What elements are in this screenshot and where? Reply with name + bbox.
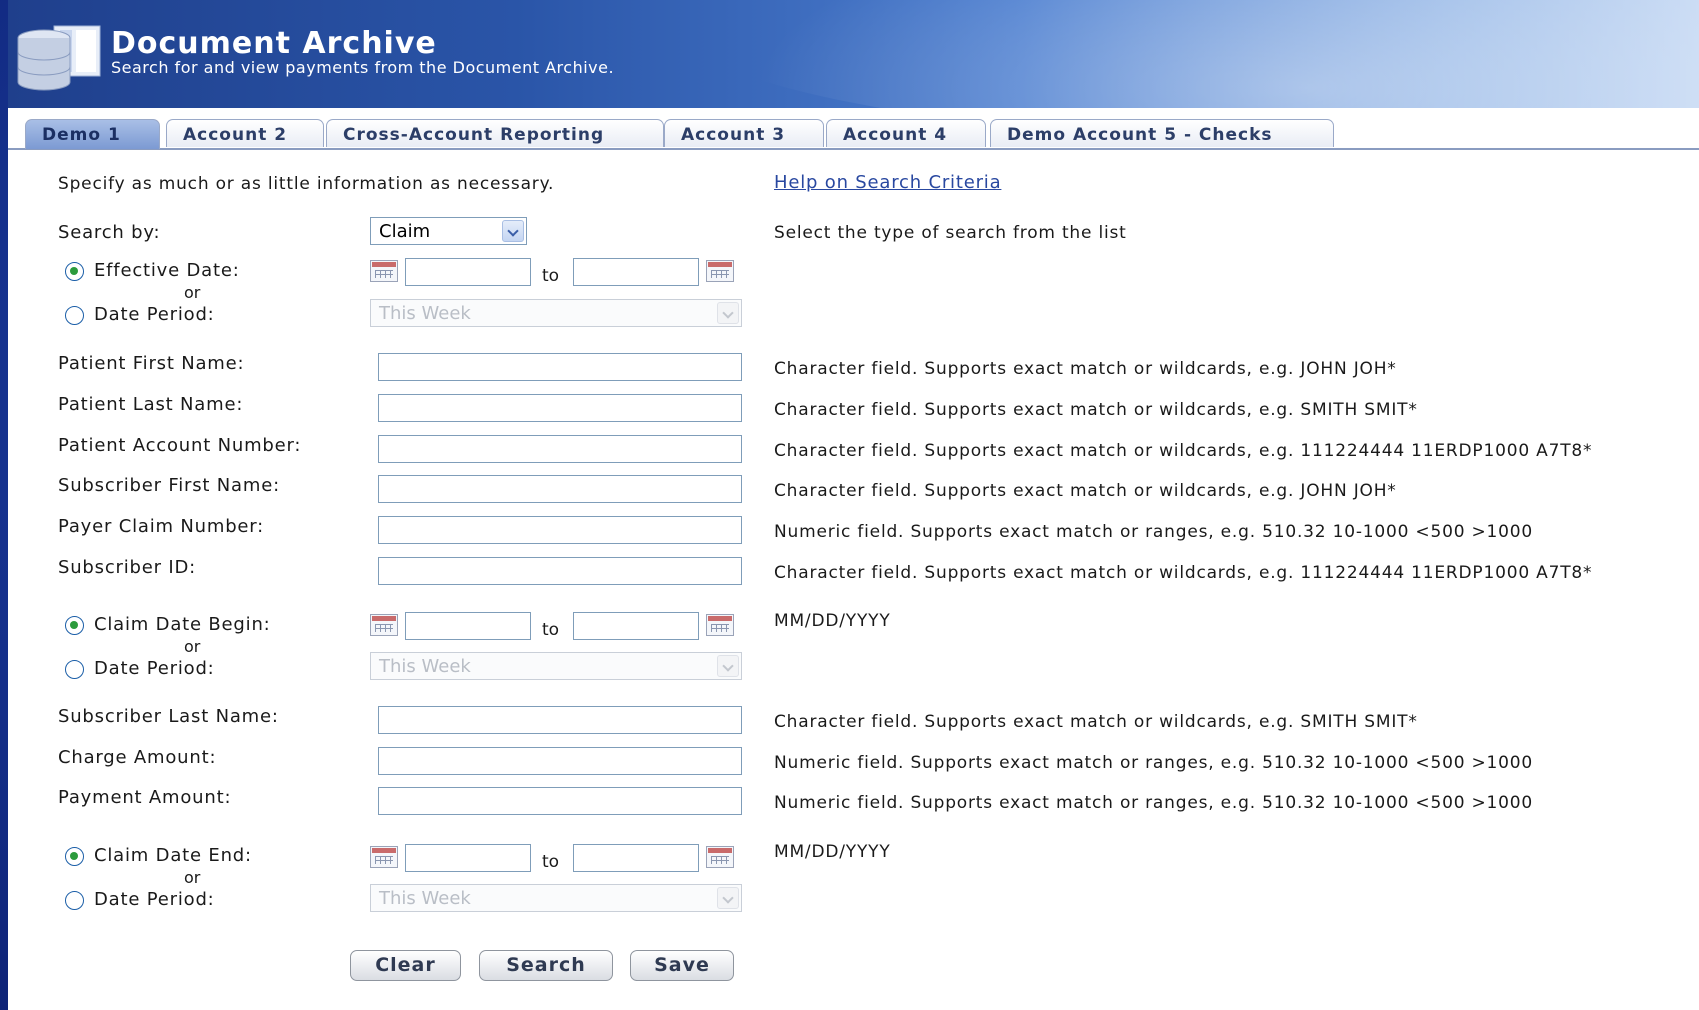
payer-claim-number-label: Payer Claim Number: bbox=[58, 516, 265, 537]
date-period-label-2: Date Period: bbox=[94, 658, 215, 679]
payment-amount-hint: Numeric field. Supports exact match or r… bbox=[774, 793, 1534, 813]
calendar-icon[interactable] bbox=[370, 846, 398, 868]
chevron-down-icon bbox=[502, 220, 524, 242]
calendar-icon[interactable] bbox=[370, 260, 398, 282]
app-title: Document Archive bbox=[111, 26, 437, 61]
patient-last-name-input[interactable] bbox=[378, 394, 742, 422]
date-period-value-1: This Week bbox=[379, 303, 471, 324]
calendar-icon[interactable] bbox=[370, 614, 398, 636]
claim-date-begin-radio[interactable] bbox=[65, 616, 84, 635]
claim-date-end-hint: MM/DD/YYYY bbox=[774, 842, 891, 862]
help-search-criteria-link[interactable]: Help on Search Criteria bbox=[774, 172, 1001, 193]
payer-claim-number-hint: Numeric field. Supports exact match or r… bbox=[774, 522, 1534, 542]
tab-strip: Demo 1 Account 2 Cross-Account Reporting… bbox=[8, 108, 1699, 150]
claim-date-begin-from-input[interactable] bbox=[405, 612, 531, 640]
patient-first-name-label: Patient First Name: bbox=[58, 353, 245, 374]
date-period-radio-1[interactable] bbox=[65, 306, 84, 325]
payment-amount-label: Payment Amount: bbox=[58, 787, 232, 808]
search-by-value: Claim bbox=[379, 221, 431, 242]
date-period-value-2: This Week bbox=[379, 656, 471, 677]
subscriber-id-input[interactable] bbox=[378, 557, 742, 585]
calendar-icon[interactable] bbox=[706, 846, 734, 868]
subscriber-first-name-label: Subscriber First Name: bbox=[58, 475, 280, 496]
charge-amount-hint: Numeric field. Supports exact match or r… bbox=[774, 753, 1534, 773]
claim-date-end-to-input[interactable] bbox=[573, 844, 699, 872]
subscriber-last-name-input[interactable] bbox=[378, 706, 742, 734]
claim-date-end-label: Claim Date End: bbox=[94, 845, 252, 866]
save-button[interactable]: Save bbox=[630, 950, 734, 981]
claim-date-begin-to-input[interactable] bbox=[573, 612, 699, 640]
payer-claim-number-input[interactable] bbox=[378, 516, 742, 544]
app-subtitle: Search for and view payments from the Do… bbox=[111, 58, 615, 77]
to-text: to bbox=[542, 852, 560, 872]
patient-account-number-label: Patient Account Number: bbox=[58, 435, 302, 456]
intro-text: Specify as much or as little information… bbox=[58, 174, 555, 194]
subscriber-first-name-input[interactable] bbox=[378, 475, 742, 503]
charge-amount-label: Charge Amount: bbox=[58, 747, 217, 768]
or-text: or bbox=[184, 283, 201, 302]
tab-account-4[interactable]: Account 4 bbox=[826, 119, 986, 147]
tab-account-2[interactable]: Account 2 bbox=[166, 119, 324, 147]
tab-demo-1[interactable]: Demo 1 bbox=[25, 119, 160, 149]
effective-date-radio[interactable] bbox=[65, 262, 84, 281]
subscriber-id-hint: Character field. Supports exact match or… bbox=[774, 563, 1593, 583]
effective-date-label: Effective Date: bbox=[94, 260, 240, 281]
clear-button[interactable]: Clear bbox=[350, 950, 461, 981]
subscriber-id-label: Subscriber ID: bbox=[58, 557, 196, 578]
chevron-down-icon bbox=[717, 302, 739, 324]
claim-date-end-from-input[interactable] bbox=[405, 844, 531, 872]
date-period-radio-3[interactable] bbox=[65, 891, 84, 910]
patient-account-number-hint: Character field. Supports exact match or… bbox=[774, 441, 1593, 461]
patient-last-name-label: Patient Last Name: bbox=[58, 394, 244, 415]
date-period-select-2[interactable]: This Week bbox=[370, 652, 742, 680]
date-period-radio-2[interactable] bbox=[65, 660, 84, 679]
tab-account-3[interactable]: Account 3 bbox=[664, 119, 824, 147]
app-header: Document Archive Search for and view pay… bbox=[8, 0, 1699, 108]
chevron-down-icon bbox=[717, 655, 739, 677]
patient-first-name-hint: Character field. Supports exact match or… bbox=[774, 359, 1397, 379]
to-text: to bbox=[542, 266, 560, 286]
date-period-select-3[interactable]: This Week bbox=[370, 884, 742, 912]
claim-date-begin-label: Claim Date Begin: bbox=[94, 614, 271, 635]
database-icon bbox=[17, 25, 101, 91]
or-text: or bbox=[184, 637, 201, 656]
date-period-value-3: This Week bbox=[379, 888, 471, 909]
header-swoosh bbox=[658, 0, 1699, 108]
search-button[interactable]: Search bbox=[479, 950, 613, 981]
search-by-select[interactable]: Claim bbox=[370, 217, 527, 245]
patient-account-number-input[interactable] bbox=[378, 435, 742, 463]
subscriber-last-name-label: Subscriber Last Name: bbox=[58, 706, 279, 727]
payment-amount-input[interactable] bbox=[378, 787, 742, 815]
or-text: or bbox=[184, 868, 201, 887]
search-by-label: Search by: bbox=[58, 222, 161, 243]
subscriber-first-name-hint: Character field. Supports exact match or… bbox=[774, 481, 1397, 501]
date-period-label-1: Date Period: bbox=[94, 304, 215, 325]
subscriber-last-name-hint: Character field. Supports exact match or… bbox=[774, 712, 1418, 732]
calendar-icon[interactable] bbox=[706, 614, 734, 636]
claim-date-end-radio[interactable] bbox=[65, 847, 84, 866]
charge-amount-input[interactable] bbox=[378, 747, 742, 775]
to-text: to bbox=[542, 620, 560, 640]
patient-first-name-input[interactable] bbox=[378, 353, 742, 381]
effective-date-to-input[interactable] bbox=[573, 258, 699, 286]
tab-demo-account-5-checks[interactable]: Demo Account 5 - Checks bbox=[990, 119, 1334, 147]
patient-last-name-hint: Character field. Supports exact match or… bbox=[774, 400, 1418, 420]
calendar-icon[interactable] bbox=[706, 260, 734, 282]
date-period-label-3: Date Period: bbox=[94, 889, 215, 910]
tab-cross-account-reporting[interactable]: Cross-Account Reporting bbox=[326, 119, 664, 147]
app-window: Document Archive Search for and view pay… bbox=[8, 0, 1699, 1010]
search-by-hint: Select the type of search from the list bbox=[774, 223, 1127, 243]
effective-date-from-input[interactable] bbox=[405, 258, 531, 286]
date-period-select-1[interactable]: This Week bbox=[370, 299, 742, 327]
chevron-down-icon bbox=[717, 887, 739, 909]
claim-date-begin-hint: MM/DD/YYYY bbox=[774, 611, 891, 631]
